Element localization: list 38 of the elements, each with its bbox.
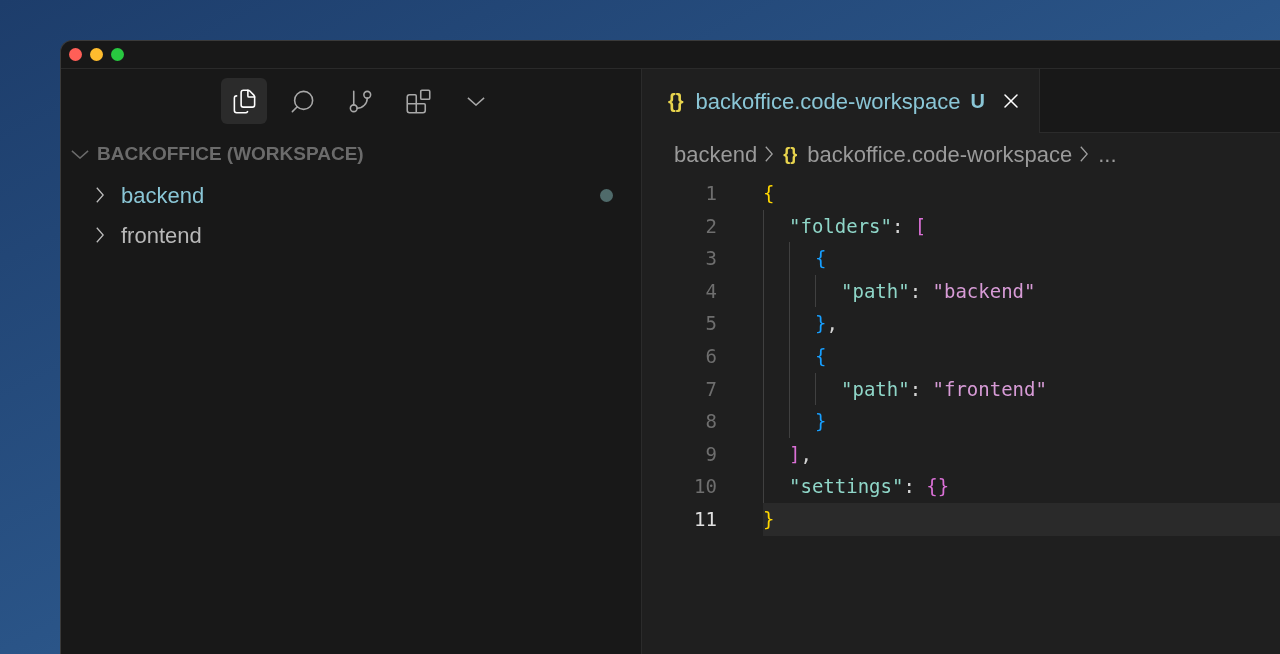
breadcrumb-item[interactable]: backoffice.code-workspace (807, 137, 1073, 171)
code-text: ], (789, 441, 812, 467)
breadcrumb-item[interactable]: ... (1098, 137, 1117, 171)
code-text: { (815, 246, 827, 272)
code-text: "path": "frontend" (841, 376, 1047, 402)
line-number: 3 (704, 246, 717, 272)
code-text: { (763, 181, 775, 207)
chevron-right-icon (765, 146, 774, 162)
folder-item[interactable]: backend (121, 178, 205, 212)
folder-item[interactable]: frontend (121, 218, 202, 252)
code-text: "settings": {} (789, 474, 950, 500)
code-text: "folders": [ (789, 213, 927, 239)
extensions-icon (404, 87, 432, 115)
untracked-status-letter: U (970, 89, 985, 114)
code-text: }, (815, 311, 838, 337)
breadcrumb-item[interactable]: backend (674, 137, 758, 171)
json-file-icon: {} (668, 86, 684, 116)
line-number: 1 (704, 181, 717, 207)
line-number: 4 (704, 278, 717, 304)
chevron-down-icon (467, 96, 485, 106)
line-number: 9 (704, 441, 717, 467)
line-number: 8 (704, 409, 717, 435)
section-title[interactable]: BACKOFFICE (WORKSPACE) (97, 139, 364, 169)
tab-title: backoffice.code-workspace (695, 87, 961, 116)
activity-tab[interactable] (221, 78, 267, 124)
line-number: 6 (704, 344, 717, 369)
code-text: } (763, 507, 775, 532)
code-text: { (815, 344, 827, 369)
chevron-right-icon (1080, 146, 1089, 162)
line-number: 10 (693, 474, 717, 500)
line-number: 11 (693, 507, 717, 532)
line-number: 7 (704, 376, 717, 402)
line-number: 2 (704, 213, 717, 239)
editor-tab[interactable]: {} backoffice.code-workspace U (642, 69, 1040, 133)
code-text: "path": "backend" (841, 278, 1036, 304)
code-text: } (815, 409, 827, 435)
json-file-icon: {} (783, 140, 798, 168)
line-number: 5 (704, 311, 717, 337)
